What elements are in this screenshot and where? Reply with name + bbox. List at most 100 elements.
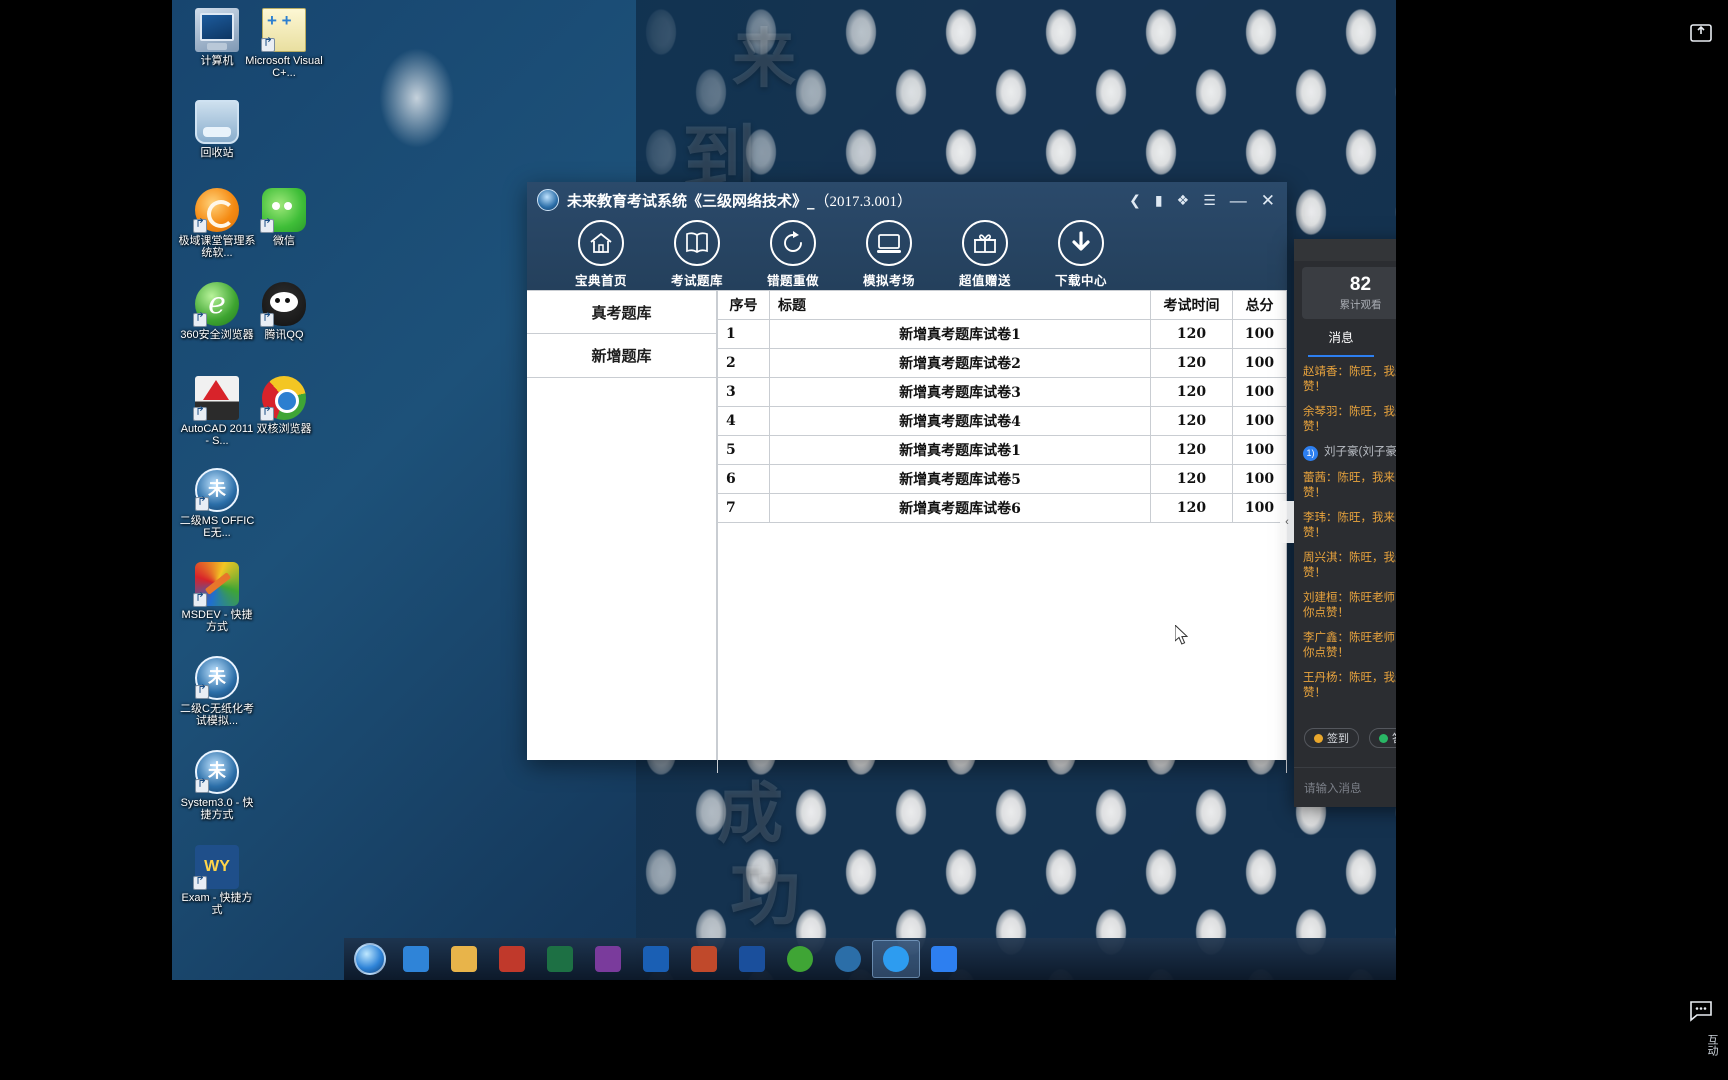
desktop-icon[interactable]: Exam - 快捷方式	[178, 845, 256, 916]
toolbar-item-book[interactable]: 考试题库	[649, 220, 745, 289]
menu-icon[interactable]: ☰	[1203, 193, 1216, 207]
table-cell-no: 4	[718, 407, 770, 436]
message-icon[interactable]: ▮	[1155, 193, 1163, 207]
table-row[interactable]: 4新增真考题库试卷4120100	[718, 407, 1287, 436]
desktop-icon-label: 双核浏览器	[245, 423, 323, 435]
chat-message: 刘建桓：陈旺老师，我来围观你的直播啦，为你点赞！	[1303, 591, 1396, 621]
toolbar-item-gift[interactable]: 超值赠送	[937, 220, 1033, 289]
taskbar-powerpoint[interactable]	[680, 940, 728, 978]
chat-stat-number: 82	[1302, 274, 1396, 296]
desktop-icon[interactable]: Microsoft Visual C+...	[245, 8, 323, 79]
table-cell-title: 新增真考题库试卷6	[770, 494, 1151, 523]
app-logo-icon	[537, 189, 559, 211]
taskbar-word[interactable]	[728, 940, 776, 978]
wechat-icon	[262, 188, 306, 232]
toolbar-item-home[interactable]: 宝典首页	[553, 220, 649, 289]
share-screen-icon[interactable]	[1688, 20, 1714, 51]
viewer-label: 互动	[1704, 1034, 1720, 1056]
share-icon[interactable]: ❮	[1129, 193, 1141, 207]
start-button[interactable]	[348, 940, 392, 978]
taskbar-onenote[interactable]	[584, 940, 632, 978]
chat-action-chip-1[interactable]: 签到	[1304, 728, 1359, 748]
taskbar-live-broadcast[interactable]	[872, 940, 920, 978]
shortcut-arrow-icon	[195, 779, 209, 793]
chat-message: 李广鑫：陈旺老师，我来围观你的直播啦，为你点赞！	[1303, 631, 1396, 661]
desktop[interactable]: 来 到 成 功 计算机Microsoft Visual C+...回收站极域课堂…	[172, 0, 1396, 980]
taskbar-media-player[interactable]	[488, 940, 536, 978]
desktop-icon[interactable]: 二级C无纸化考试模拟...	[178, 656, 256, 727]
table-cell-score: 100	[1233, 320, 1287, 349]
vcpp-icon	[262, 8, 306, 52]
sidebar-item-2[interactable]: 新增题库	[527, 334, 716, 378]
desktop-icon-label: 微信	[245, 235, 323, 247]
chat-tab-2[interactable]: 观看·80	[1380, 327, 1396, 353]
chat-stats: 82累计观看0点赞	[1302, 267, 1396, 319]
gift-icon[interactable]: ❖	[1177, 193, 1190, 207]
live-chat-panel[interactable]: ‹ ⌐ ✕ 82累计观看0点赞 消息观看·80 赵靖香：陈旺，我来围观你的直播啦…	[1294, 239, 1396, 807]
close-button[interactable]: ✕	[1261, 192, 1275, 209]
chat-collapse-button[interactable]: ‹	[1280, 501, 1294, 543]
table-cell-score: 100	[1233, 378, 1287, 407]
shortcut-arrow-icon	[193, 313, 207, 327]
chat-message: 王丹杨：陈旺，我来围观你的直播啦，为你点赞！	[1303, 671, 1396, 701]
table-row[interactable]: 3新增真考题库试卷3120100	[718, 378, 1287, 407]
excel-icon	[547, 946, 573, 972]
taskbar-folder[interactable]	[440, 940, 488, 978]
chat-input-bar[interactable]: 请输入消息 发送	[1294, 767, 1396, 807]
chat-action-chip-2[interactable]: 答题卡	[1369, 728, 1396, 748]
exam-app-window[interactable]: 未来教育考试系统《三级网络技术》_（2017.3.001） ❮ ▮ ❖ ☰ — …	[527, 182, 1287, 760]
app-titlebar[interactable]: 未来教育考试系统《三级网络技术》_（2017.3.001） ❮ ▮ ❖ ☰ — …	[527, 182, 1287, 218]
table-header-cell: 考试时间	[1151, 291, 1233, 320]
toolbar-item-download[interactable]: 下载中心	[1033, 220, 1129, 289]
table-row[interactable]: 5新增真考题库试卷1120100	[718, 436, 1287, 465]
exam-system-icon	[835, 946, 861, 972]
taskbar-screen-share[interactable]	[920, 940, 968, 978]
sidebar-item-1[interactable]: 真考题库	[527, 290, 716, 334]
chat-message: 余琴羽：陈旺，我来围观你的直播啦，为你点赞！	[1303, 405, 1396, 435]
desktop-icon[interactable]: 二级MS OFFICE无...	[178, 468, 256, 539]
chip-dot-icon	[1379, 734, 1388, 743]
chat-bubble-icon[interactable]	[1688, 997, 1714, 1028]
desktop-icon-label: 回收站	[178, 147, 256, 159]
chip-label: 答题卡	[1392, 730, 1396, 746]
window-controls: ❮ ▮ ❖ ☰ — ✕	[1129, 192, 1281, 209]
paper-table-wrap: 序号标题考试时间总分 1新增真考题库试卷11201002新增真考题库试卷2120…	[717, 290, 1287, 760]
computer-icon	[195, 8, 239, 52]
table-header-cell: 总分	[1233, 291, 1287, 320]
shortcut-arrow-icon	[193, 219, 207, 233]
shortcut-arrow-icon	[260, 407, 274, 421]
taskbar-chrome[interactable]	[776, 940, 824, 978]
table-row[interactable]: 7新增真考题库试卷6120100	[718, 494, 1287, 523]
desktop-icon[interactable]: System3.0 - 快捷方式	[178, 750, 256, 821]
chat-tab-1[interactable]: 消息	[1302, 327, 1380, 353]
desktop-icon[interactable]: 回收站	[178, 100, 256, 159]
chat-message-list[interactable]: 赵靖香：陈旺，我来围观你的直播啦，为你点赞！余琴羽：陈旺，我来围观你的直播啦，为…	[1294, 365, 1396, 725]
desktop-icon[interactable]: 双核浏览器	[245, 376, 323, 435]
toolbar-item-monitor[interactable]: 模拟考场	[841, 220, 937, 289]
chat-input-placeholder[interactable]: 请输入消息	[1304, 780, 1396, 796]
taskbar-excel[interactable]	[536, 940, 584, 978]
table-cell-no: 2	[718, 349, 770, 378]
shortcut-arrow-icon	[261, 38, 275, 52]
taskbar-outlook[interactable]	[632, 940, 680, 978]
desktop-icon[interactable]: 微信	[245, 188, 323, 247]
toolbar-item-refresh[interactable]: 错题重做	[745, 220, 841, 289]
desktop-icon-label: Exam - 快捷方式	[178, 892, 256, 916]
table-row[interactable]: 6新增真考题库试卷5120100	[718, 465, 1287, 494]
table-cell-score: 100	[1233, 436, 1287, 465]
taskbar[interactable]: ▲ ■ 🖥 🔊 15:02 2021/2/6	[344, 938, 1396, 980]
desktop-icon[interactable]: 腾讯QQ	[245, 282, 323, 341]
wlj-icon	[195, 750, 239, 794]
media-player-icon	[499, 946, 525, 972]
table-row[interactable]: 2新增真考题库试卷2120100	[718, 349, 1287, 378]
taskbar-exam-system[interactable]	[824, 940, 872, 978]
table-row[interactable]: 1新增真考题库试卷1120100	[718, 320, 1287, 349]
desktop-icon[interactable]: MSDEV - 快捷方式	[178, 562, 256, 633]
refresh-icon	[770, 220, 816, 266]
download-icon	[1058, 220, 1104, 266]
table-cell-score: 100	[1233, 465, 1287, 494]
sidebar: 真考题库新增题库	[527, 290, 717, 760]
app-body: 真考题库新增题库 序号标题考试时间总分 1新增真考题库试卷11201002新增真…	[527, 290, 1287, 760]
taskbar-ie[interactable]	[392, 940, 440, 978]
minimize-button[interactable]: —	[1230, 192, 1247, 209]
